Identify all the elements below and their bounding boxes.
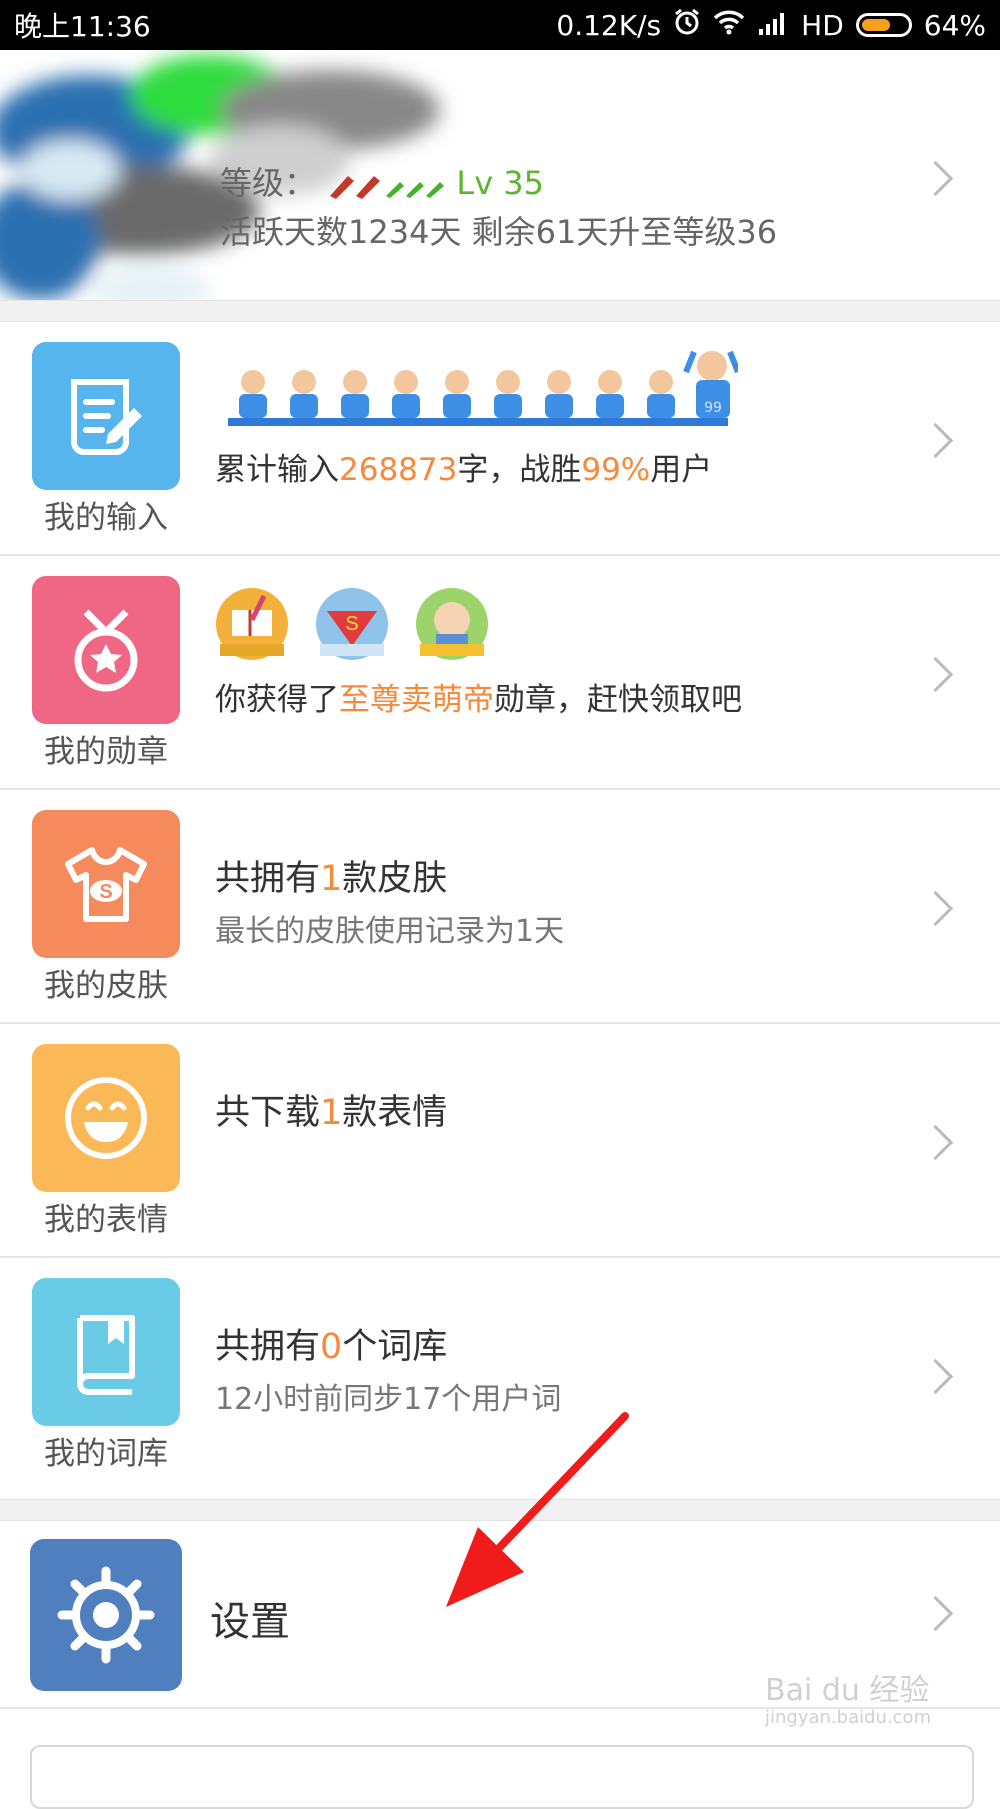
chevron-right-icon bbox=[917, 1124, 954, 1161]
bottom-card[interactable] bbox=[30, 1745, 974, 1809]
input-text-pre: 累计输入 bbox=[215, 452, 339, 488]
alarm-icon bbox=[673, 8, 701, 43]
svg-text:S: S bbox=[99, 881, 112, 903]
dict-title-pre: 共拥有 bbox=[215, 1327, 321, 1367]
battery-percent: 64% bbox=[923, 8, 986, 42]
tile-label-input: 我的输入 bbox=[44, 500, 168, 536]
my-skin-row[interactable]: S 我的皮肤 共拥有1款皮肤 最长的皮肤使用记录为1天 bbox=[0, 790, 1000, 1024]
gear-icon bbox=[30, 1539, 182, 1691]
rank-badge: 99 bbox=[704, 400, 722, 416]
chevron-right-icon bbox=[917, 160, 954, 197]
profile-header[interactable]: 等级： Lv 35 活跃天数1234天 剩余61天升至等级36 bbox=[0, 50, 1000, 310]
wifi-icon bbox=[713, 9, 745, 42]
dict-title: 共拥有0个词库 bbox=[215, 1318, 447, 1369]
medal-icon bbox=[32, 576, 180, 724]
smiley-icon bbox=[32, 1044, 180, 1192]
emoji-title-pre: 共下载 bbox=[215, 1093, 321, 1133]
chevron-right-icon bbox=[917, 1595, 954, 1632]
battery-icon bbox=[855, 13, 912, 37]
status-indicators: 0.12K/s HD 64% bbox=[556, 8, 986, 43]
my-input-row[interactable]: 我的输入 99 累计输入268873字，战胜99%用户 bbox=[0, 322, 1000, 556]
emoji-title-post: 款表情 bbox=[342, 1093, 448, 1133]
level-text: 等级： Lv 35 bbox=[220, 158, 544, 204]
network-type: HD bbox=[801, 8, 844, 42]
rank-people-icon: 99 bbox=[228, 350, 738, 426]
chevron-right-icon bbox=[917, 422, 954, 459]
medal-badges-icon: S bbox=[216, 588, 488, 660]
level-value: Lv 35 bbox=[456, 164, 545, 202]
input-count: 268873 bbox=[339, 452, 458, 488]
status-bar: 晚上11:36 0.12K/s HD 64% bbox=[0, 0, 1000, 50]
dict-count: 0 bbox=[320, 1327, 343, 1367]
skin-title-pre: 共拥有 bbox=[215, 859, 321, 899]
book-icon bbox=[32, 1278, 180, 1426]
input-edit-icon bbox=[32, 342, 180, 490]
input-percent: 99% bbox=[581, 452, 651, 488]
emoji-title: 共下载1款表情 bbox=[215, 1084, 447, 1135]
net-speed: 0.12K/s bbox=[556, 8, 662, 42]
settings-label: 设置 bbox=[210, 1599, 290, 1645]
tile-label-medal: 我的勋章 bbox=[44, 734, 168, 770]
skin-count: 1 bbox=[320, 859, 343, 899]
signal-icon bbox=[757, 9, 789, 42]
tile-label-emoji: 我的表情 bbox=[44, 1202, 168, 1238]
emoji-count: 1 bbox=[320, 1093, 343, 1133]
input-text-mid: 字，战胜 bbox=[457, 452, 582, 488]
level-pens-icon bbox=[326, 164, 456, 202]
medal-text-post: 勋章，赶快领取吧 bbox=[494, 682, 742, 718]
section-divider bbox=[0, 1499, 1000, 1521]
skin-subtitle: 最长的皮肤使用记录为1天 bbox=[215, 914, 565, 949]
my-emoji-row[interactable]: 我的表情 共下载1款表情 bbox=[0, 1024, 1000, 1258]
status-time: 晚上11:36 bbox=[14, 10, 151, 43]
chevron-right-icon bbox=[917, 1358, 954, 1395]
my-medal-row[interactable]: 我的勋章 S 你获得了至尊卖萌帝勋章，赶快领取吧 bbox=[0, 556, 1000, 790]
dict-title-post: 个词库 bbox=[342, 1327, 448, 1367]
chevron-right-icon bbox=[917, 656, 954, 693]
dict-subtitle: 12小时前同步17个用户词 bbox=[215, 1382, 562, 1417]
medal-text-pre: 你获得了 bbox=[215, 682, 339, 718]
tshirt-icon: S bbox=[32, 810, 180, 958]
medal-summary: 你获得了至尊卖萌帝勋章，赶快领取吧 bbox=[215, 674, 742, 719]
skin-title: 共拥有1款皮肤 bbox=[215, 850, 447, 901]
medal-name: 至尊卖萌帝 bbox=[339, 682, 494, 718]
section-divider bbox=[0, 300, 1000, 322]
tile-label-dict: 我的词库 bbox=[44, 1436, 168, 1472]
svg-text:S: S bbox=[345, 613, 358, 635]
watermark-main: Bai du 经验 bbox=[765, 1673, 930, 1708]
level-label: 等级： bbox=[220, 164, 317, 202]
active-days: 活跃天数1234天 剩余61天升至等级36 bbox=[220, 213, 778, 251]
watermark-sub: jingyan.baidu.com bbox=[765, 1707, 932, 1728]
watermark: Bai du 经验 jingyan.baidu.com bbox=[765, 1665, 931, 1728]
input-text-post: 用户 bbox=[650, 452, 713, 488]
skin-title-post: 款皮肤 bbox=[342, 859, 448, 899]
my-dict-row[interactable]: 我的词库 共拥有0个词库 12小时前同步17个用户词 bbox=[0, 1258, 1000, 1492]
tile-label-skin: 我的皮肤 bbox=[44, 968, 168, 1004]
chevron-right-icon bbox=[917, 890, 954, 927]
input-summary: 累计输入268873字，战胜99%用户 bbox=[215, 444, 712, 489]
